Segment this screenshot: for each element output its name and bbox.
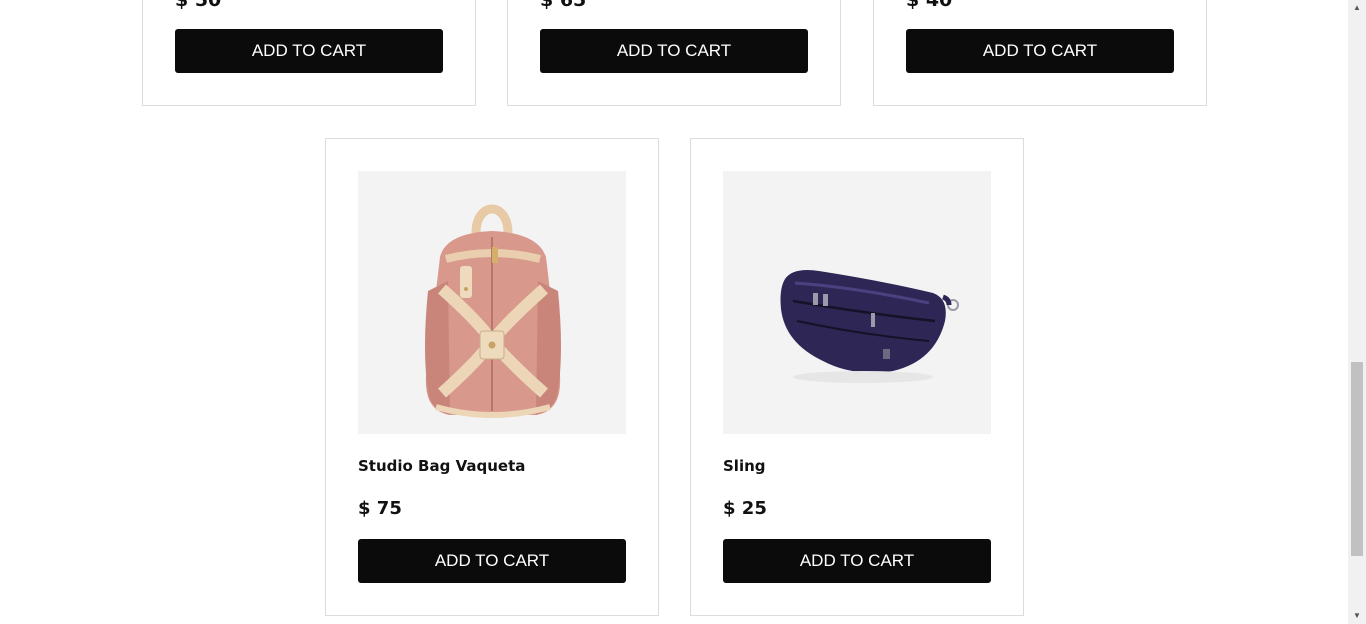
product-name[interactable]: Sling bbox=[723, 457, 766, 475]
product-card: $ 50 ADD TO CART bbox=[142, 0, 476, 106]
product-card-sling: Sling $ 25 ADD TO CART bbox=[690, 138, 1024, 616]
scroll-up-icon[interactable]: ▲ bbox=[1348, 0, 1366, 16]
product-name[interactable]: Studio Bag Vaqueta bbox=[358, 457, 525, 475]
scrollbar-thumb[interactable] bbox=[1351, 362, 1363, 556]
product-card: $ 40 ADD TO CART bbox=[873, 0, 1207, 106]
add-to-cart-button[interactable]: ADD TO CART bbox=[723, 539, 991, 583]
product-price: $ 65 bbox=[540, 0, 587, 11]
add-to-cart-button[interactable]: ADD TO CART bbox=[175, 29, 443, 73]
add-to-cart-button[interactable]: ADD TO CART bbox=[906, 29, 1174, 73]
product-price: $ 40 bbox=[906, 0, 953, 11]
vertical-scrollbar[interactable]: ▲ ▼ bbox=[1348, 0, 1366, 624]
pink-backpack-image bbox=[425, 204, 561, 418]
product-price: $ 25 bbox=[723, 498, 767, 519]
product-image[interactable] bbox=[358, 171, 626, 434]
product-card-studio-bag-vaqueta: Studio Bag Vaqueta $ 75 ADD TO CART bbox=[325, 138, 659, 616]
product-price: $ 75 bbox=[358, 498, 402, 519]
product-card: $ 65 ADD TO CART bbox=[507, 0, 841, 106]
product-price: $ 50 bbox=[175, 0, 222, 11]
add-to-cart-button[interactable]: ADD TO CART bbox=[358, 539, 626, 583]
scroll-down-icon[interactable]: ▼ bbox=[1348, 608, 1366, 624]
add-to-cart-button[interactable]: ADD TO CART bbox=[540, 29, 808, 73]
navy-sling-bag-image bbox=[780, 270, 959, 383]
product-image[interactable] bbox=[723, 171, 991, 434]
